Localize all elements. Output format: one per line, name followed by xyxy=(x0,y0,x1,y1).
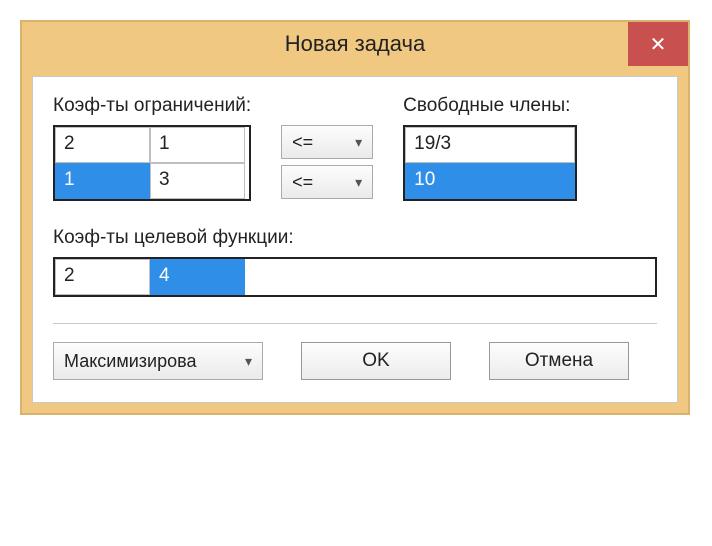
titlebar-spacer xyxy=(22,22,82,66)
objective-cell[interactable]: 4 xyxy=(150,259,245,295)
window-title: Новая задача xyxy=(82,22,628,66)
chevron-down-icon: ▾ xyxy=(355,174,362,191)
footer: Максимизирова ▾ OK Отмена xyxy=(53,342,657,380)
free-member-cell[interactable]: 10 xyxy=(405,163,575,199)
operator-select[interactable]: <= ▾ xyxy=(281,165,373,199)
chevron-down-icon: ▾ xyxy=(355,134,362,151)
cancel-button-label: Отмена xyxy=(525,350,593,372)
separator xyxy=(53,323,657,324)
dialog-window: Новая задача ✕ Коэф-ты ограничений: 2 1 … xyxy=(20,20,690,415)
free-members-label: Свободные члены: xyxy=(403,95,577,117)
ok-button[interactable]: OK xyxy=(301,342,451,380)
constraint-cell[interactable]: 1 xyxy=(55,163,150,199)
constraints-grid[interactable]: 2 1 1 3 xyxy=(53,125,251,201)
objective-grid[interactable]: 2 4 xyxy=(53,257,657,297)
operator-value: <= xyxy=(292,132,313,153)
constraint-cell[interactable]: 2 xyxy=(55,127,150,163)
ok-button-label: OK xyxy=(362,350,389,372)
free-members-section: Свободные члены: 19/3 10 xyxy=(403,95,577,201)
chevron-down-icon: ▾ xyxy=(245,353,252,370)
constraints-label: Коэф-ты ограничений: xyxy=(53,95,251,117)
titlebar: Новая задача ✕ xyxy=(22,22,688,66)
free-member-cell[interactable]: 19/3 xyxy=(405,127,575,163)
cancel-button[interactable]: Отмена xyxy=(489,342,629,380)
optimize-value: Максимизирова xyxy=(64,351,196,372)
objective-section: Коэф-ты целевой функции: 2 4 xyxy=(53,227,657,297)
constraints-section: Коэф-ты ограничений: 2 1 1 3 xyxy=(53,95,251,201)
close-icon: ✕ xyxy=(650,32,667,57)
objective-cell[interactable]: 2 xyxy=(55,259,150,295)
operator-select[interactable]: <= ▾ xyxy=(281,125,373,159)
close-button[interactable]: ✕ xyxy=(628,22,688,66)
constraint-cell[interactable]: 3 xyxy=(150,163,245,199)
dialog-body: Коэф-ты ограничений: 2 1 1 3 <= ▾ <= ▾ xyxy=(32,76,678,403)
optimize-select[interactable]: Максимизирова ▾ xyxy=(53,342,263,380)
operator-value: <= xyxy=(292,172,313,193)
free-members-grid[interactable]: 19/3 10 xyxy=(403,125,577,201)
constraint-cell[interactable]: 1 xyxy=(150,127,245,163)
objective-label: Коэф-ты целевой функции: xyxy=(53,227,657,249)
operators-column: <= ▾ <= ▾ xyxy=(281,95,373,199)
